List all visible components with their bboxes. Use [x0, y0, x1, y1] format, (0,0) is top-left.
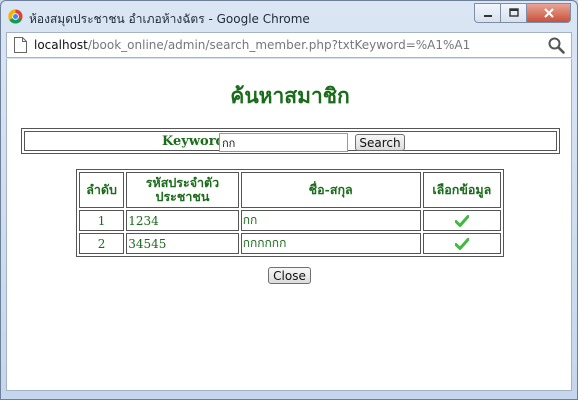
select-check-icon[interactable] [454, 238, 469, 250]
maximize-button[interactable] [501, 3, 527, 23]
maximize-icon [508, 8, 519, 17]
minimize-icon [483, 15, 492, 17]
title-bar[interactable]: ห้องสมุดประชาชน อำเภอห้างฉัตร - Google C… [1, 1, 577, 31]
header-no: ลำดับ [79, 172, 125, 208]
search-icon[interactable] [548, 37, 565, 54]
search-form: Keyword Search [21, 128, 560, 154]
url-path: /book_online/admin/search_member.php?txt… [87, 38, 471, 52]
header-id: รหัสประจำตัว ประชาชน [126, 172, 239, 208]
row-name: กก [240, 210, 421, 231]
header-name: ชื่อ-สกุล [240, 172, 421, 208]
member-results-table: ลำดับ รหัสประจำตัว ประชาชน ชื่อ-สกุล เลือ… [76, 169, 504, 257]
window-controls [474, 3, 571, 23]
url-text[interactable]: localhost/book_online/admin/search_membe… [34, 38, 470, 52]
row-id: 1234 [126, 210, 239, 231]
header-id-line1: รหัสประจำตัว [145, 175, 220, 190]
select-check-icon[interactable] [454, 215, 469, 227]
chrome-icon [8, 9, 23, 24]
address-bar[interactable]: localhost/book_online/admin/search_membe… [6, 32, 572, 58]
row-no: 1 [79, 210, 125, 231]
close-button[interactable]: Close [268, 267, 311, 284]
table-row: 1 1234 กก [79, 210, 501, 231]
keyword-label: Keyword [162, 134, 225, 149]
table-row: 2 34545 กกกกกก [79, 233, 501, 254]
window-title: ห้องสมุดประชาชน อำเภอห้างฉัตร - Google C… [29, 12, 310, 26]
page-title: ค้นหาสมาชิก [230, 83, 350, 108]
keyword-input[interactable] [219, 133, 348, 152]
close-window-button[interactable] [527, 3, 571, 23]
table-header-row: ลำดับ รหัสประจำตัว ประชาชน ชื่อ-สกุล เลือ… [79, 172, 501, 208]
row-no: 2 [79, 233, 125, 254]
row-name: กกกกกก [240, 233, 421, 254]
minimize-button[interactable] [474, 3, 501, 23]
search-form-inner: Keyword Search [24, 131, 557, 152]
row-select [422, 233, 501, 254]
header-id-line2: ประชาชน [155, 189, 210, 204]
close-icon [543, 8, 554, 18]
url-host: localhost [34, 38, 88, 52]
browser-window: ห้องสมุดประชาชน อำเภอห้างฉัตร - Google C… [0, 0, 578, 400]
search-button[interactable]: Search [355, 134, 405, 151]
page-content: ค้นหาสมาชิก Keyword Search ลำดับ รหัสประ… [6, 59, 572, 391]
page-icon [14, 37, 27, 53]
header-select: เลือกข้อมูล [422, 172, 501, 208]
row-id: 34545 [126, 233, 239, 254]
row-select [422, 210, 501, 231]
